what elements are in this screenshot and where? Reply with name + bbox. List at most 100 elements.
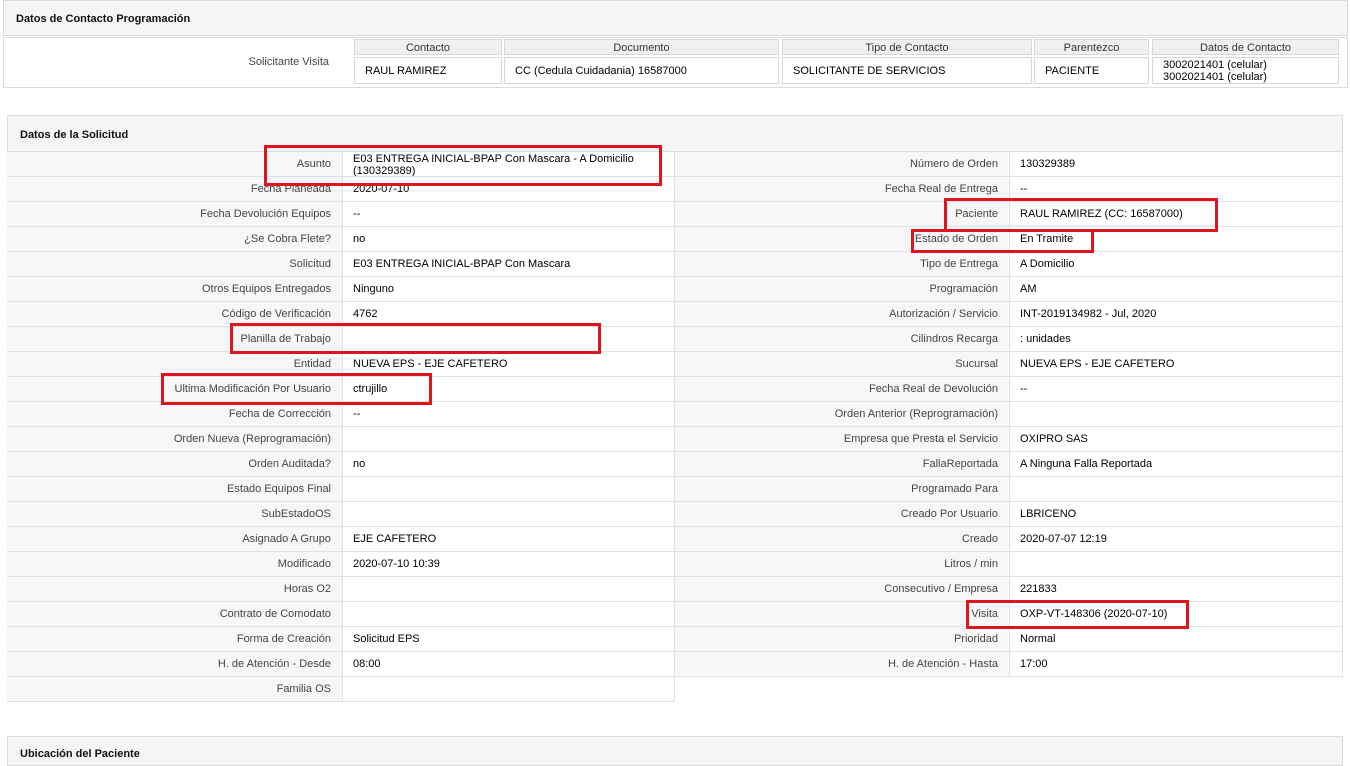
field-value: 08:00 — [342, 652, 675, 677]
field-value: ctrujillo — [342, 377, 675, 402]
field-label: Estado Equipos Final — [7, 477, 342, 502]
field-value: Normal — [1009, 627, 1343, 652]
field-row-h-de-atencion-desde: H. de Atención - Desde 08:00 — [7, 652, 675, 677]
field-label: Modificado — [7, 552, 342, 577]
request-left-column: Asunto E03 ENTREGA INICIAL-BPAP Con Masca… — [7, 152, 675, 702]
field-row-planilla-de-trabajo: Planilla de Trabajo — [7, 327, 675, 352]
field-row-orden-anterior-reprogramacion: Orden Anterior (Reprogramación) — [675, 402, 1343, 427]
field-label: FallaReportada — [675, 452, 1009, 477]
field-label: Número de Orden — [675, 152, 1009, 177]
field-label: Entidad — [7, 352, 342, 377]
field-value — [342, 677, 675, 702]
field-row-se-cobra-flete: ¿Se Cobra Flete? no — [7, 227, 675, 252]
contact-header-datos: Datos de Contacto — [1152, 39, 1339, 55]
field-row-contrato-de-comodato: Contrato de Comodato — [7, 602, 675, 627]
field-label: Programado Para — [675, 477, 1009, 502]
contact-cell-parentezco: PACIENTE — [1034, 57, 1149, 84]
field-label: Sucursal — [675, 352, 1009, 377]
field-label: Consecutivo / Empresa — [675, 577, 1009, 602]
field-row-fecha-real-de-devolucion: Fecha Real de Devolución -- — [675, 377, 1343, 402]
contact-header-documento: Documento — [504, 39, 779, 55]
field-label: Fecha Real de Devolución — [675, 377, 1009, 402]
contact-section: Solicitante Visita Contacto Documento Ti… — [3, 37, 1348, 88]
contact-cell-contacto: RAUL RAMIREZ — [354, 57, 502, 84]
field-value: 4762 — [342, 302, 675, 327]
field-label: ¿Se Cobra Flete? — [7, 227, 342, 252]
field-row-fecha-de-correccion: Fecha de Corrección -- — [7, 402, 675, 427]
contact-cell-documento: CC (Cedula Cuidadania) 16587000 — [504, 57, 779, 84]
field-label: Solicitud — [7, 252, 342, 277]
field-value: Solicitud EPS — [342, 627, 675, 652]
contact-phone-1: 3002021401 (celular) — [1163, 59, 1267, 71]
field-row-modificado: Modificado 2020-07-10 10:39 — [7, 552, 675, 577]
field-label: Otros Equipos Entregados — [7, 277, 342, 302]
field-row-tipo-de-entrega: Tipo de Entrega A Domicilio — [675, 252, 1343, 277]
field-value: 17:00 — [1009, 652, 1343, 677]
field-label: Ultima Modificación Por Usuario — [7, 377, 342, 402]
field-row-asunto: Asunto E03 ENTREGA INICIAL-BPAP Con Masca… — [7, 152, 675, 177]
field-value: E03 ENTREGA INICIAL-BPAP Con Mascara - A… — [342, 152, 675, 177]
field-row-familia-os: Familia OS — [7, 677, 675, 702]
field-row-entidad: Entidad NUEVA EPS - EJE CAFETERO — [7, 352, 675, 377]
field-label: Horas O2 — [7, 577, 342, 602]
field-row-visita: Visita OXP-VT-148306 (2020-07-10) — [675, 602, 1343, 627]
field-value — [342, 602, 675, 627]
field-label: Código de Verificación — [7, 302, 342, 327]
field-label: Estado de Orden — [675, 227, 1009, 252]
field-label: Prioridad — [675, 627, 1009, 652]
field-value: NUEVA EPS - EJE CAFETERO — [342, 352, 675, 377]
field-value: -- — [1009, 177, 1343, 202]
field-row-estado-equipos-final: Estado Equipos Final — [7, 477, 675, 502]
field-label: Cilindros Recarga — [675, 327, 1009, 352]
field-value: A Domicilio — [1009, 252, 1343, 277]
field-label: SubEstadoOS — [7, 502, 342, 527]
field-row-sucursal: Sucursal NUEVA EPS - EJE CAFETERO — [675, 352, 1343, 377]
field-row-orden-nueva-reprogramacion: Orden Nueva (Reprogramación) — [7, 427, 675, 452]
contact-row-label: Solicitante Visita — [248, 56, 329, 68]
field-label: Fecha Devolución Equipos — [7, 202, 342, 227]
field-row-h-de-atencion-hasta: H. de Atención - Hasta 17:00 — [675, 652, 1343, 677]
contact-header-tipo: Tipo de Contacto — [782, 39, 1032, 55]
field-value — [342, 427, 675, 452]
field-row-orden-auditada: Orden Auditada? no — [7, 452, 675, 477]
field-value: Ninguno — [342, 277, 675, 302]
field-value: LBRICENO — [1009, 502, 1343, 527]
field-label: Orden Anterior (Reprogramación) — [675, 402, 1009, 427]
field-label: Orden Nueva (Reprogramación) — [7, 427, 342, 452]
field-value — [342, 577, 675, 602]
field-label: Programación — [675, 277, 1009, 302]
field-value — [1009, 477, 1343, 502]
field-value — [1009, 402, 1343, 427]
field-value — [342, 327, 675, 352]
contact-phone-2: 3002021401 (celular) — [1163, 71, 1267, 83]
field-value: 2020-07-10 — [342, 177, 675, 202]
field-row-solicitud: Solicitud E03 ENTREGA INICIAL-BPAP Con Ma… — [7, 252, 675, 277]
field-row-empresa-que-presta-el-servicio: Empresa que Presta el Servicio OXIPRO SAS — [675, 427, 1343, 452]
field-value: 2020-07-10 10:39 — [342, 552, 675, 577]
field-label: Asignado A Grupo — [7, 527, 342, 552]
field-row-numero-de-orden: Número de Orden 130329389 — [675, 152, 1343, 177]
field-label: H. de Atención - Desde — [7, 652, 342, 677]
field-row-codigo-de-verificacion: Código de Verificación 4762 — [7, 302, 675, 327]
field-value: INT-2019134982 - Jul, 2020 — [1009, 302, 1343, 327]
field-value: NUEVA EPS - EJE CAFETERO — [1009, 352, 1343, 377]
field-label: Visita — [675, 602, 1009, 627]
field-value: AM — [1009, 277, 1343, 302]
field-label: Tipo de Entrega — [675, 252, 1009, 277]
field-value: EJE CAFETERO — [342, 527, 675, 552]
field-label: Planilla de Trabajo — [7, 327, 342, 352]
location-section-header: Ubicación del Paciente — [7, 736, 1343, 766]
field-value: OXIPRO SAS — [1009, 427, 1343, 452]
field-label: Litros / min — [675, 552, 1009, 577]
field-row-programado-para: Programado Para — [675, 477, 1343, 502]
field-label: Fecha Planeada — [7, 177, 342, 202]
field-value: : unidades — [1009, 327, 1343, 352]
field-label: Creado Por Usuario — [675, 502, 1009, 527]
field-value: E03 ENTREGA INICIAL-BPAP Con Mascara — [342, 252, 675, 277]
field-row-programacion: Programación AM — [675, 277, 1343, 302]
field-row-forma-de-creacion: Forma de Creación Solicitud EPS — [7, 627, 675, 652]
field-row-horas-o2: Horas O2 — [7, 577, 675, 602]
field-value: En Tramite — [1009, 227, 1343, 252]
field-value — [1009, 552, 1343, 577]
field-row-ultima-modificacion-por-usuario: Ultima Modificación Por Usuario ctrujillo — [7, 377, 675, 402]
